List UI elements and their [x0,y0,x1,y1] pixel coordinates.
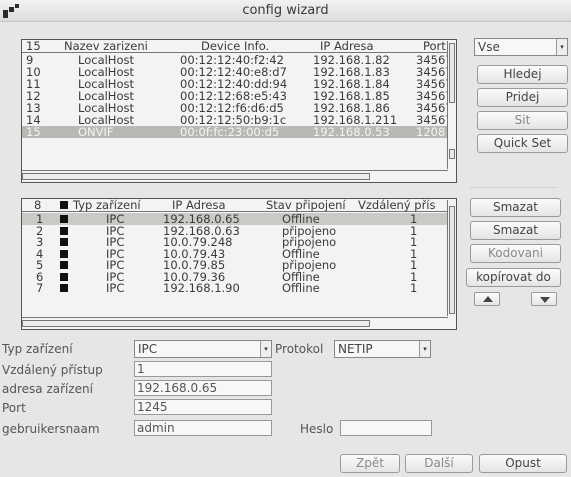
device-address-label: adresa zařízení [2,382,93,396]
scrollbar-thumb[interactable] [449,43,455,103]
encode-button[interactable]: Kodovani [470,244,561,263]
row-checkbox[interactable] [60,261,68,269]
protocol-select[interactable]: NETIP ▾ [334,340,431,358]
title-bar: config wizard [0,0,571,22]
header-count: 15 [26,39,41,53]
filter-select[interactable]: Vse ▾ [474,38,568,56]
row-index: 7 [36,281,44,295]
delete-button[interactable]: Smazat [470,198,561,217]
password-label: Heslo [300,422,334,436]
vertical-scrollbar[interactable] [447,41,456,169]
row-checkbox[interactable] [60,272,68,281]
port-label: Port [2,401,26,415]
delete-all-button[interactable]: Smazat [470,221,561,240]
protocol-label: Protokol [275,342,324,356]
horizontal-scrollbar[interactable] [22,317,448,329]
scrollbar-thumb[interactable] [449,206,455,314]
chevron-down-icon: ▾ [556,39,567,55]
add-button[interactable]: Pridej [477,88,568,107]
row-checkbox[interactable] [60,226,68,235]
header-connection-status[interactable]: Stav připojení [266,199,346,211]
exit-button[interactable]: Opust [479,454,567,473]
header-device-name[interactable]: Nazev zarizeni [64,40,148,52]
table-header: 8 Typ zařízení IP Adresa Stav připojení … [22,199,448,212]
row-checkbox[interactable] [60,249,68,258]
remote-channel-input[interactable]: 1 [134,361,272,377]
table-row[interactable]: 7 IPC 192.168.1.90 Offline 1 [22,282,448,294]
port-input[interactable]: 1245 [134,399,272,415]
username-input[interactable]: admin [134,420,272,436]
move-up-button[interactable] [474,292,500,306]
remote-channel-label: Vzdálený přístup [2,363,103,377]
row-ip-address: 192.168.1.90 [163,281,240,295]
move-down-button[interactable] [531,292,557,306]
row-ip-address: 192.168.0.53 [313,125,390,139]
row-connection-status: Offline [282,281,320,295]
device-type-label: Typ zařízení [2,342,73,356]
chevron-down-icon: ▾ [419,341,430,357]
device-type-select[interactable]: IPC ▾ [134,340,272,358]
section-divider [470,187,556,188]
arrow-down-icon [540,297,550,303]
arrow-up-icon [483,296,493,302]
row-checkbox[interactable] [60,215,68,223]
row-port: 1208 [416,125,446,139]
protocol-value: NETIP [338,342,373,356]
back-button[interactable]: Zpět [340,454,400,473]
table-header: 15 Nazev zarizeni Device Info. IP Adresa… [22,40,448,53]
row-index: 15 [26,125,41,139]
horizontal-scrollbar[interactable] [22,170,448,182]
select-all-checkbox[interactable] [60,201,68,209]
row-device-type: IPC [106,281,125,295]
hscroll-thumb[interactable] [22,173,370,180]
row-checkbox[interactable] [60,284,68,292]
header-device-type[interactable]: Typ zařízení [73,199,141,211]
scrollbar-thumb-lower[interactable] [449,149,455,159]
vertical-scrollbar[interactable] [447,200,456,316]
filter-value: Vse [478,40,500,54]
search-results-table[interactable]: 15 Nazev zarizeni Device Info. IP Adresa… [21,39,457,183]
next-button[interactable]: Další [405,454,473,473]
username-label: gebruikersnaam [2,422,100,436]
header-remote-channel[interactable]: Vzdálený přís [358,199,436,211]
hscroll-thumb[interactable] [22,320,370,327]
table-row[interactable]: 5 IPC 10.0.79.85 připojeno 1 [22,259,448,271]
chevron-down-icon: ▾ [260,341,271,357]
table-row[interactable]: 15 ONVIF 00:0f:fc:23:00:d5 192.168.0.53 1208 [22,126,448,138]
search-button[interactable]: Hledej [477,65,568,84]
row-checkbox[interactable] [60,238,68,246]
row-remote-channel: 1 [410,281,418,295]
added-devices-table[interactable]: 8 Typ zařízení IP Adresa Stav připojení … [21,198,457,330]
quick-set-button[interactable]: Quick Set [477,134,568,153]
window-title: config wizard [242,3,329,18]
header-count: 8 [34,198,42,212]
table-row[interactable]: 2 IPC 192.168.0.63 připojeno 1 [22,225,448,237]
device-type-value: IPC [138,342,158,356]
table-row[interactable]: 3 IPC 10.0.79.248 připojeno 1 [22,236,448,248]
header-ip-address[interactable]: IP Adresa [172,199,226,211]
password-input[interactable] [340,420,432,436]
row-device-info: 00:0f:fc:23:00:d5 [180,125,280,139]
header-port[interactable]: Port [423,40,446,52]
row-device-name: ONVIF [78,125,114,139]
device-address-input[interactable]: 192.168.0.65 [134,380,272,396]
header-device-info[interactable]: Device Info. [201,40,269,52]
network-button[interactable]: Sit [477,111,568,130]
copy-to-button[interactable]: kopírovat do [466,268,561,287]
table-row[interactable]: 4 IPC 10.0.79.43 Offline 1 [22,248,448,260]
header-ip-address[interactable]: IP Adresa [320,40,374,52]
